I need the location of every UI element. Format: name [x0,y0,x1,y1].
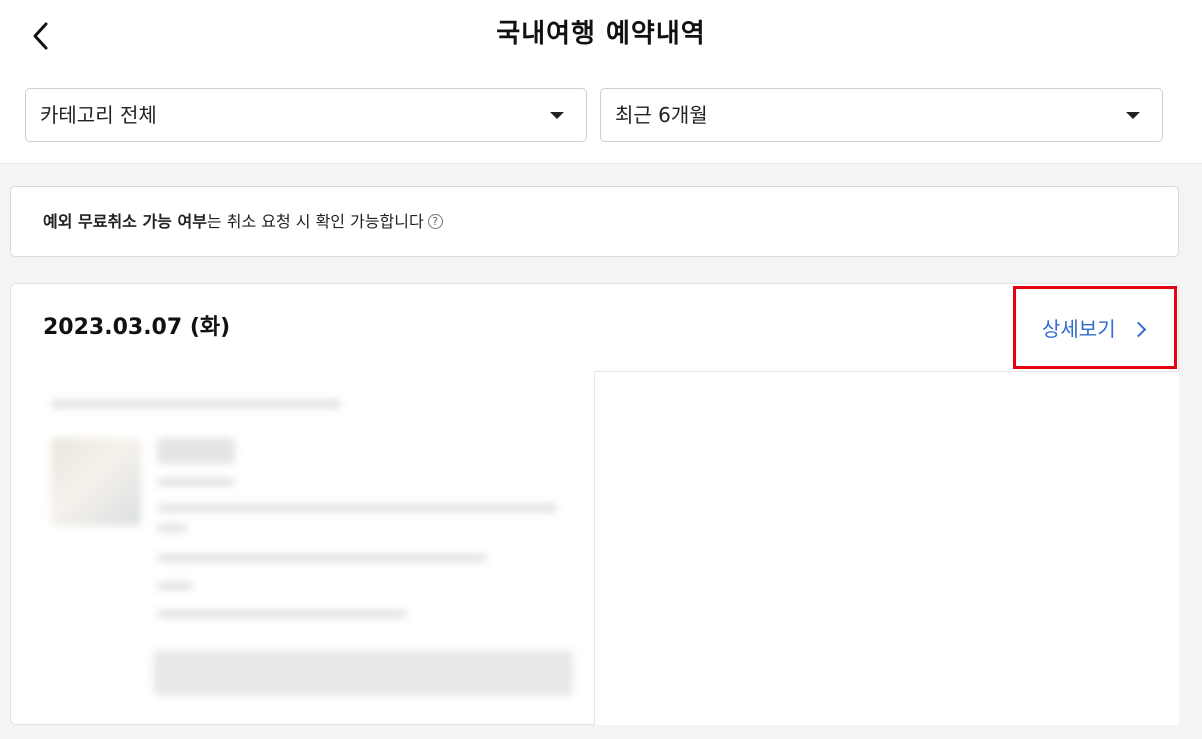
blurred-line [157,610,407,618]
blurred-line [157,478,235,486]
order-date: 2023.03.07 (화) [43,315,231,340]
detail-view-link[interactable]: 상세보기 [1013,286,1177,369]
blurred-status-badge [157,438,235,464]
product-thumbnail [51,438,141,526]
chevron-right-icon [1130,321,1147,338]
blurred-line [157,582,193,590]
blurred-action-button [153,650,573,696]
notice-rest-text: 는 취소 요청 시 확인 가능합니다 [206,212,424,231]
caret-down-icon [550,112,564,119]
period-select[interactable]: 최근 6개월 [600,88,1163,142]
blurred-order-content [21,370,593,716]
period-select-value: 최근 6개월 [615,103,708,127]
blurred-line [157,554,487,562]
blurred-line [157,524,187,532]
caret-down-icon [1126,112,1140,119]
detail-view-label: 상세보기 [1042,317,1116,341]
category-select-value: 카테고리 전체 [40,103,157,127]
cancel-notice: 예외 무료취소 가능 여부는 취소 요청 시 확인 가능합니다? [10,186,1179,257]
blurred-line [157,504,557,512]
page-title: 국내여행 예약내역 [496,19,706,49]
notice-bold-text: 예외 무료취소 가능 여부 [43,212,207,231]
notice-text: 예외 무료취소 가능 여부는 취소 요청 시 확인 가능합니다? [43,187,443,256]
blurred-line [51,400,341,408]
category-select[interactable]: 카테고리 전체 [25,88,587,142]
order-card: 2023.03.07 (화) 상세보기 [10,283,1179,725]
help-icon[interactable]: ? [427,213,443,229]
header: 국내여행 예약내역 카테고리 전체 최근 6개월 [0,0,1202,164]
overlay-panel [594,371,1179,725]
